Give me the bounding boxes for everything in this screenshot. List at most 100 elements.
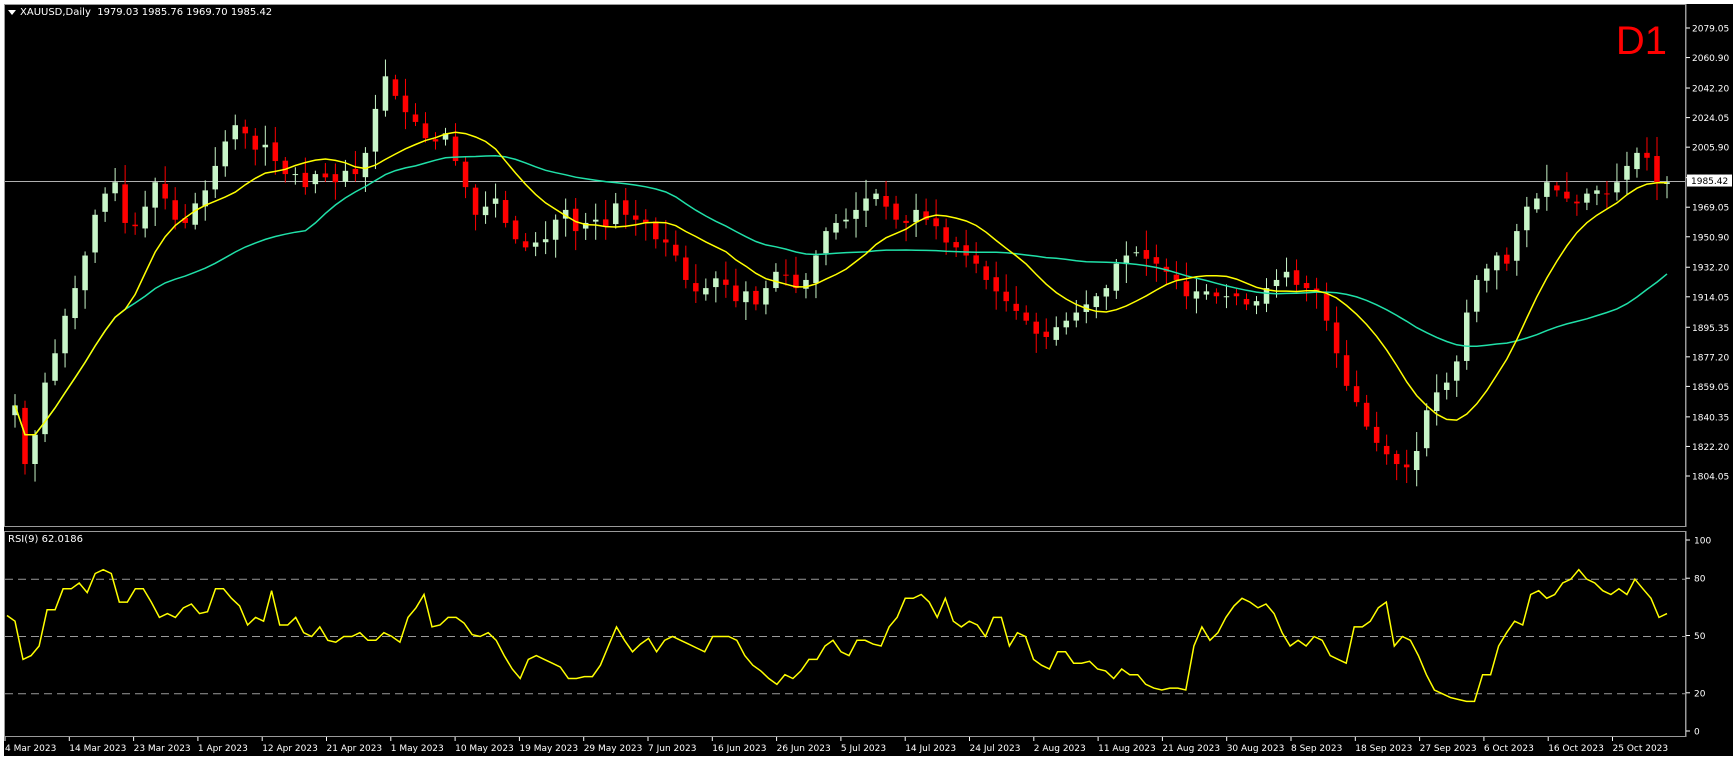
candle-body	[72, 288, 78, 319]
price-axis[interactable]: 2079.052060.902042.202024.052005.901987.…	[1685, 4, 1733, 527]
candle-body	[1233, 293, 1240, 297]
candle-body	[1003, 291, 1009, 302]
candle-body	[683, 257, 689, 280]
candle-body	[1644, 152, 1650, 158]
price-tick-label: 1969.05	[1692, 204, 1729, 214]
candle-body	[632, 215, 639, 220]
time-tick-label: 2 Aug 2023	[1034, 744, 1086, 754]
candle-body	[482, 206, 489, 216]
candle-body	[1624, 165, 1630, 180]
candle-body	[1013, 303, 1019, 311]
candle-body	[192, 203, 198, 225]
rsi-axis[interactable]: 100 80 50 20 0	[1685, 531, 1733, 738]
time-tick-label: 10 May 2023	[455, 744, 514, 754]
candle-body	[883, 196, 889, 207]
candle-body	[1604, 193, 1610, 195]
candle-body	[222, 141, 229, 167]
candle-body	[542, 239, 549, 243]
candle-body	[242, 126, 249, 134]
candle-body	[362, 152, 369, 178]
candle-body	[723, 279, 729, 285]
candle-body	[502, 200, 509, 223]
candle-body	[973, 255, 979, 264]
candle-body	[1524, 206, 1530, 231]
rsi-chart-svg	[5, 568, 1685, 703]
price-tick-label: 2024.05	[1692, 114, 1729, 124]
candle-body	[1373, 426, 1380, 443]
candle-body	[282, 160, 289, 175]
candle-body	[743, 291, 749, 303]
price-tick-label: 1914.05	[1692, 293, 1729, 303]
rsi-line	[6, 568, 1668, 703]
price-tick-label: 1804.05	[1692, 473, 1729, 483]
candle-body	[1213, 292, 1220, 297]
candle-body	[102, 193, 108, 212]
candle-body	[953, 242, 959, 248]
candle-body	[392, 79, 399, 96]
price-chart-panel[interactable]: XAUUSD,Daily 1979.03 1985.76 1969.70 198…	[4, 4, 1686, 527]
candle-body	[22, 407, 28, 465]
candle-body	[382, 76, 389, 111]
time-tick-label: 14 Jul 2023	[905, 744, 956, 754]
candle-body	[92, 214, 98, 253]
candle-body	[713, 278, 719, 288]
candle-body	[753, 290, 759, 305]
time-tick-label: 12 Apr 2023	[262, 744, 318, 754]
candle-body	[522, 241, 529, 248]
candle-body	[1433, 392, 1440, 412]
rsi-tick-label: 0	[1694, 728, 1700, 738]
price-tick-label: 1822.20	[1692, 443, 1729, 453]
candle-body	[42, 382, 48, 435]
candle-body	[1293, 270, 1300, 285]
time-tick-label: 16 Oct 2023	[1548, 744, 1604, 754]
candle-body	[1023, 312, 1029, 321]
price-tick-label: 2079.05	[1692, 25, 1729, 35]
time-axis[interactable]: 4 Mar 2023 14 Mar 2023 23 Mar 2023 1 Apr 20…	[4, 737, 1733, 756]
ma-slow-line	[14, 155, 1668, 436]
candle-body	[1253, 301, 1260, 306]
time-tick-label: 18 Sep 2023	[1355, 744, 1412, 754]
candle-body	[1273, 279, 1280, 287]
time-tick-label: 27 Sep 2023	[1420, 744, 1477, 754]
time-tick-label: 24 Jul 2023	[970, 744, 1021, 754]
candle-body	[1453, 361, 1460, 381]
rsi-indicator-panel[interactable]: RSI(9) 62.0186	[4, 531, 1686, 737]
candle-body	[552, 219, 559, 240]
candle-body	[1043, 331, 1050, 337]
candle-body	[1203, 291, 1210, 295]
candle-body	[1113, 263, 1120, 291]
candle-body	[843, 219, 849, 222]
candle-body	[322, 173, 329, 178]
candle-body	[512, 220, 519, 240]
candle-body	[1554, 185, 1560, 191]
candle-body	[1494, 255, 1500, 271]
candle-body	[833, 222, 839, 233]
time-tick-label: 30 Aug 2023	[1227, 744, 1285, 754]
candle-body	[963, 245, 969, 256]
candle-body	[983, 266, 989, 280]
candle-body	[863, 198, 869, 211]
time-tick-label: 23 Mar 2023	[134, 744, 191, 754]
candle-body	[1423, 410, 1430, 449]
candle-body	[1484, 268, 1490, 281]
candle-body	[1283, 271, 1290, 278]
price-tick-label: 1840.35	[1692, 413, 1729, 423]
candle-body	[82, 255, 88, 291]
rsi-tick-label: 80	[1694, 575, 1706, 585]
candle-body	[763, 288, 769, 305]
time-tick-label: 4 Mar 2023	[5, 744, 56, 754]
candle-body	[773, 271, 779, 289]
candle-body	[1053, 327, 1060, 340]
candle-body	[272, 142, 279, 162]
candle-body	[172, 200, 178, 220]
candle-body	[1443, 382, 1450, 390]
current-price-label: 1985.42	[1691, 177, 1728, 187]
ma-fast-line	[14, 131, 1667, 436]
time-tick-label: 26 Jun 2023	[777, 744, 831, 754]
candle-body	[462, 161, 469, 188]
candle-body	[422, 123, 429, 139]
candle-body	[1243, 298, 1250, 305]
candle-body	[312, 174, 319, 185]
candle-body	[1514, 231, 1520, 261]
candle-body	[893, 203, 899, 220]
